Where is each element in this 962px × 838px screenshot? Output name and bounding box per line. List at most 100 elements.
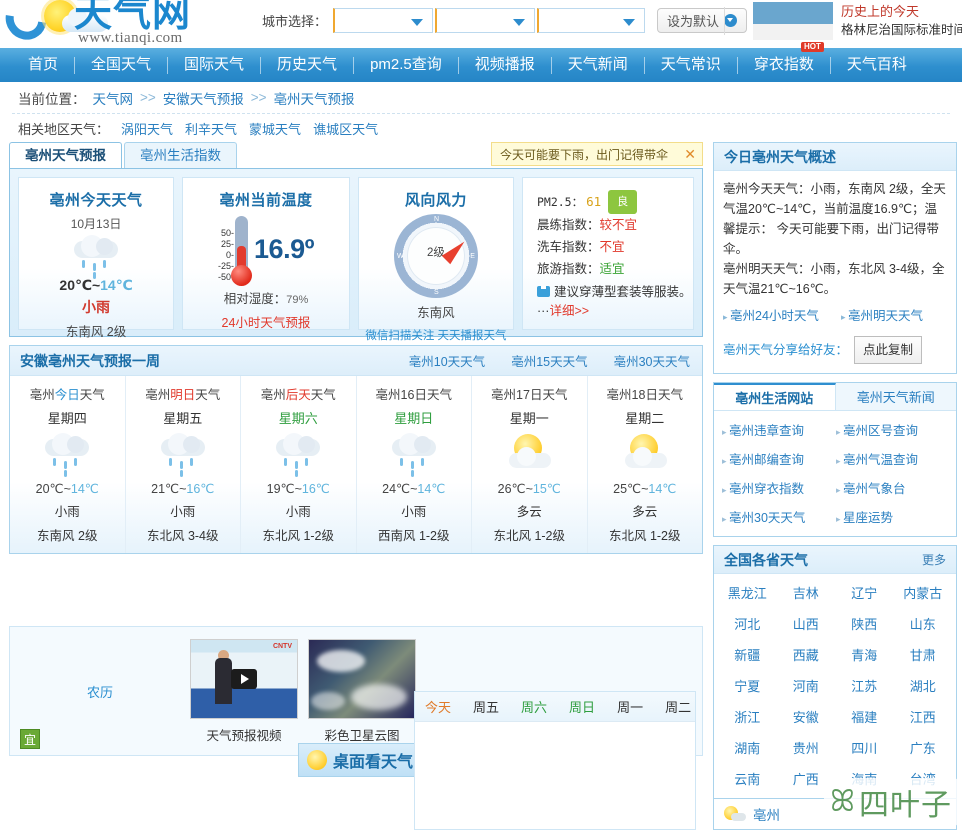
province-link-17[interactable]: 安徽 <box>793 707 819 726</box>
video-thumb-wrap[interactable]: CNTV 天气预报视频 <box>190 639 298 755</box>
nav-item-6[interactable]: 天气新闻 <box>552 48 644 82</box>
province-link-23[interactable]: 广东 <box>910 738 936 757</box>
hourly-tab-3[interactable]: 周日 <box>569 697 595 716</box>
day-title-3[interactable]: 亳州16日天气 <box>357 384 472 403</box>
breadcrumb-item-0[interactable]: 天气网 <box>93 88 134 108</box>
close-icon[interactable]: ✕ <box>684 147 696 161</box>
hourly-tab-2[interactable]: 周六 <box>521 697 547 716</box>
province-link-15[interactable]: 湖北 <box>910 676 936 695</box>
related-area-link-3[interactable]: 谯城区天气 <box>313 119 378 138</box>
province-link-1[interactable]: 吉林 <box>793 583 819 602</box>
breadcrumb-item-1[interactable]: 安徽天气预报 <box>163 88 244 108</box>
life-site-link-6[interactable]: 亳州30天天气 <box>722 507 836 526</box>
hourly-tab-1[interactable]: 周五 <box>473 697 499 716</box>
nav-item-4[interactable]: pm2.5查询 <box>354 48 458 82</box>
province-link-9[interactable]: 西藏 <box>793 645 819 664</box>
day-forecast-cell[interactable]: 亳州18日天气星期二25℃~14℃多云东北风 1-2级 <box>588 376 703 553</box>
life-site-link-4[interactable]: 亳州穿衣指数 <box>722 478 836 497</box>
day-title-5[interactable]: 亳州18日天气 <box>588 384 703 403</box>
tab-weather-news[interactable]: 亳州天气新闻 <box>836 383 957 410</box>
wechat-promo-text[interactable]: 微信扫描关注 天天播报天气 <box>359 327 513 343</box>
province-link-19[interactable]: 江西 <box>910 707 936 726</box>
tab-weather-forecast[interactable]: 亳州天气预报 <box>9 142 122 168</box>
related-area-link-1[interactable]: 利辛天气 <box>185 119 237 138</box>
province-link-0[interactable]: 黑龙江 <box>728 583 767 602</box>
province-select[interactable] <box>333 8 433 33</box>
district-select[interactable] <box>537 8 645 33</box>
site-logo[interactable]: 天气网 www.tianqi.com <box>4 0 214 48</box>
related-area-link-2[interactable]: 蒙城天气 <box>249 119 301 138</box>
satellite-thumb-wrap[interactable]: 彩色卫星云图 <box>308 639 416 755</box>
day-title-2[interactable]: 亳州后天天气 <box>241 384 356 403</box>
province-link-5[interactable]: 山西 <box>793 614 819 633</box>
life-site-link-1[interactable]: 亳州区号查询 <box>836 420 950 439</box>
province-link-4[interactable]: 河北 <box>734 614 760 633</box>
week-range-link-2[interactable]: 亳州30天天气 <box>614 351 690 370</box>
summary-link-0[interactable]: 亳州24小时天气 <box>723 306 819 327</box>
weather-video-thumbnail[interactable]: CNTV <box>190 639 298 719</box>
day-forecast-cell[interactable]: 亳州16日天气星期日24℃~14℃小雨西南风 1-2级 <box>357 376 473 553</box>
day-forecast-cell[interactable]: 亳州17日天气星期一26℃~15℃多云东北风 1-2级 <box>472 376 588 553</box>
dress-detail-link[interactable]: 详细>> <box>549 304 589 318</box>
nav-item-3[interactable]: 历史天气 <box>261 48 353 82</box>
nav-item-0[interactable]: 首页 <box>12 48 74 82</box>
life-site-link-2[interactable]: 亳州邮编查询 <box>722 449 836 468</box>
life-site-link-0[interactable]: 亳州违章查询 <box>722 420 836 439</box>
province-link-10[interactable]: 青海 <box>851 645 877 664</box>
today-panel-title: 亳州今天天气 <box>19 189 173 210</box>
nav-item-1[interactable]: 全国天气 <box>75 48 167 82</box>
province-link-22[interactable]: 四川 <box>851 738 877 757</box>
history-today-block[interactable]: 历史上的今天 格林尼治国际标准时间 <box>753 2 962 40</box>
nav-item-2[interactable]: 国际天气 <box>168 48 260 82</box>
week-range-link-1[interactable]: 亳州15天天气 <box>511 351 587 370</box>
province-link-21[interactable]: 贵州 <box>793 738 819 757</box>
hourly-tab-0[interactable]: 今天 <box>425 697 451 716</box>
province-link-14[interactable]: 江苏 <box>851 676 877 695</box>
city-footer-label[interactable]: 亳州 <box>753 804 780 824</box>
life-site-link-3[interactable]: 亳州气温查询 <box>836 449 950 468</box>
history-today-title[interactable]: 历史上的今天 <box>841 2 962 21</box>
day-title-1[interactable]: 亳州明日天气 <box>126 384 241 403</box>
province-link-8[interactable]: 新疆 <box>734 645 760 664</box>
life-site-link-5[interactable]: 亳州气象台 <box>836 478 950 497</box>
nav-item-7[interactable]: 天气常识 <box>645 48 737 82</box>
related-area-link-0[interactable]: 涡阳天气 <box>121 119 173 138</box>
tab-life-sites[interactable]: 亳州生活网站 <box>714 383 836 410</box>
province-link-7[interactable]: 山东 <box>910 614 936 633</box>
day-forecast-cell[interactable]: 亳州明日天气星期五21℃~16℃小雨东北风 3-4级 <box>126 376 242 553</box>
week-range-link-0[interactable]: 亳州10天天气 <box>409 351 485 370</box>
nav-item-9[interactable]: 天气百科 <box>831 48 923 82</box>
province-link-20[interactable]: 湖南 <box>734 738 760 757</box>
set-default-button[interactable]: 设为默认 <box>657 8 747 33</box>
satellite-cloud-map-thumbnail[interactable] <box>308 639 416 719</box>
province-link-24[interactable]: 云南 <box>734 769 760 788</box>
provinces-more-link[interactable]: 更多 <box>922 551 946 568</box>
province-link-11[interactable]: 甘肃 <box>910 645 936 664</box>
summary-link-1[interactable]: 亳州明天天气 <box>841 306 923 327</box>
day-title-4[interactable]: 亳州17日天气 <box>472 384 587 403</box>
province-link-13[interactable]: 河南 <box>793 676 819 695</box>
province-link-25[interactable]: 广西 <box>793 769 819 788</box>
day-title-0[interactable]: 亳州今日天气 <box>10 384 125 403</box>
copy-button[interactable]: 点此复制 <box>854 336 922 364</box>
province-link-12[interactable]: 宁夏 <box>734 676 760 695</box>
breadcrumb-item-2[interactable]: 亳州天气预报 <box>274 88 355 108</box>
link-24h-forecast[interactable]: 24小时天气预报 <box>183 312 349 331</box>
day-forecast-cell[interactable]: 亳州今日天气星期四20℃~14℃小雨东南风 2级 <box>10 376 126 553</box>
weather-video-caption[interactable]: 天气预报视频 <box>190 725 298 744</box>
play-icon[interactable] <box>231 669 257 689</box>
province-link-6[interactable]: 陕西 <box>851 614 877 633</box>
tab-life-index[interactable]: 亳州生活指数 <box>124 142 237 168</box>
nav-item-8[interactable]: 穿衣指数HOT <box>738 48 830 82</box>
province-link-18[interactable]: 福建 <box>851 707 877 726</box>
province-link-3[interactable]: 内蒙古 <box>903 583 942 602</box>
city-select[interactable] <box>435 8 535 33</box>
satellite-caption[interactable]: 彩色卫星云图 <box>308 725 416 744</box>
hourly-tab-4[interactable]: 周一 <box>617 697 643 716</box>
hourly-tab-5[interactable]: 周二 <box>665 697 691 716</box>
province-link-16[interactable]: 浙江 <box>734 707 760 726</box>
day-forecast-cell[interactable]: 亳州后天天气星期六19℃~16℃小雨东北风 1-2级 <box>241 376 357 553</box>
nav-item-5[interactable]: 视频播报 <box>459 48 551 82</box>
life-site-link-7[interactable]: 星座运势 <box>836 507 950 526</box>
province-link-2[interactable]: 辽宁 <box>851 583 877 602</box>
